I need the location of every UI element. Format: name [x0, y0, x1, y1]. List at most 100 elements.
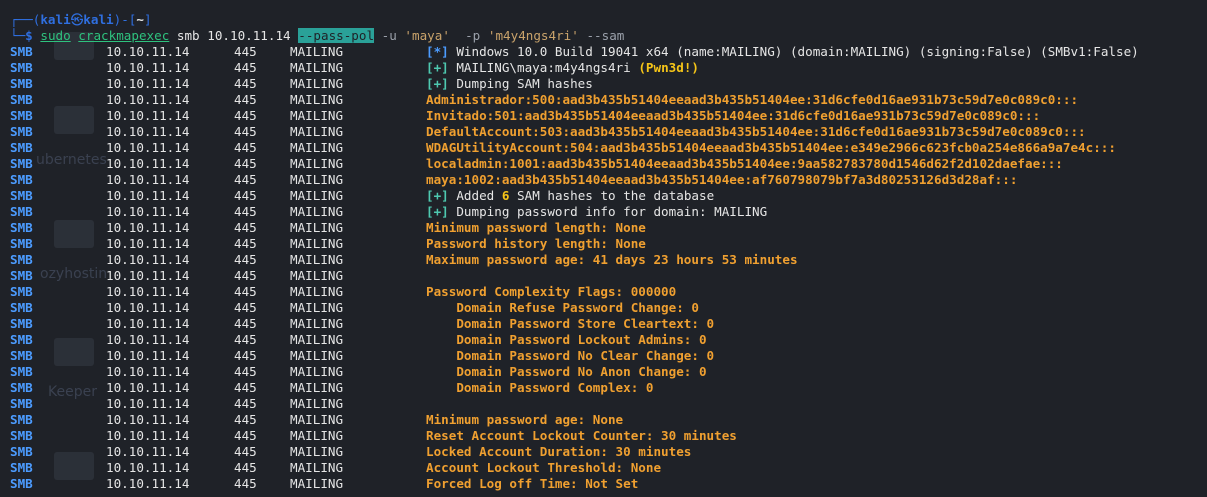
row-port: 445	[234, 380, 257, 395]
row-protocol: SMB	[10, 364, 33, 379]
command-proto: smb	[176, 28, 200, 43]
row-message: Maximum password age: 41 days 23 hours 5…	[426, 252, 798, 267]
row-ip: 10.10.11.14	[106, 460, 190, 475]
row-message: Administrador:500:aad3b435b51404eeaad3b4…	[426, 92, 1079, 107]
command-flag-p: -p	[465, 28, 481, 43]
row-message: maya:1002:aad3b435b51404eeaad3b435b51404…	[426, 172, 1018, 187]
status-badge: [*]	[426, 44, 449, 59]
row-ip: 10.10.11.14	[106, 364, 190, 379]
row-port: 445	[234, 460, 257, 475]
output-row: SMB 10.10.11.14 445 MAILING WDAGUtilityAccou…	[10, 140, 1207, 156]
row-ip: 10.10.11.14	[106, 220, 190, 235]
row-ip: 10.10.11.14	[106, 60, 190, 75]
status-badge: [+]	[426, 204, 449, 219]
output-rows: SMB 10.10.11.14 445 MAILING [*] Windows 10.0…	[10, 44, 1207, 492]
command-flag-sam: --sam	[586, 28, 625, 43]
row-ip: 10.10.11.14	[106, 332, 190, 347]
row-port: 445	[234, 44, 257, 59]
row-hostname: MAILING	[290, 444, 344, 459]
row-port: 445	[234, 476, 257, 491]
row-ip: 10.10.11.14	[106, 172, 190, 187]
row-port: 445	[234, 284, 257, 299]
command-user: 'maya'	[404, 28, 450, 43]
row-ip: 10.10.11.14	[106, 268, 190, 283]
row-port: 445	[234, 92, 257, 107]
output-row: SMB 10.10.11.14 445 MAILING Domain Password…	[10, 364, 1207, 380]
output-row: SMB 10.10.11.14 445 MAILING localadmin:1001:…	[10, 156, 1207, 172]
row-protocol: SMB	[10, 172, 33, 187]
prompt-at-symbol: ㉿	[70, 12, 84, 27]
output-row: SMB 10.10.11.14 445 MAILING Administrador:50…	[10, 92, 1207, 108]
output-row: SMB 10.10.11.14 445 MAILING Account Lockout …	[10, 460, 1207, 476]
row-message: Minimum password age: None	[426, 412, 624, 427]
row-protocol: SMB	[10, 44, 33, 59]
row-port: 445	[234, 156, 257, 171]
row-protocol: SMB	[10, 108, 33, 123]
row-protocol: SMB	[10, 188, 33, 203]
row-ip: 10.10.11.14	[106, 236, 190, 251]
row-port: 445	[234, 396, 257, 411]
row-port: 445	[234, 412, 257, 427]
output-row: SMB 10.10.11.14 445 MAILING Maximum password…	[10, 252, 1207, 268]
row-ip: 10.10.11.14	[106, 204, 190, 219]
row-protocol: SMB	[10, 156, 33, 171]
row-message: Invitado:501:aad3b435b51404eeaad3b435b51…	[426, 108, 1041, 123]
output-row: SMB 10.10.11.14 445 MAILING	[10, 268, 1207, 284]
command-flag-u: -u	[381, 28, 397, 43]
command-password: 'm4y4ngs4ri'	[487, 28, 579, 43]
row-ip: 10.10.11.14	[106, 476, 190, 491]
row-hostname: MAILING	[290, 364, 344, 379]
row-port: 445	[234, 332, 257, 347]
row-port: 445	[234, 444, 257, 459]
row-message: Locked Account Duration: 30 minutes	[426, 444, 692, 459]
prompt-corner-bottom: └─	[10, 28, 26, 43]
prompt-dollar: $	[25, 28, 33, 43]
output-row: SMB 10.10.11.14 445 MAILING DefaultAccount:5…	[10, 124, 1207, 140]
output-row: SMB 10.10.11.14 445 MAILING Minimum password…	[10, 412, 1207, 428]
output-row: SMB 10.10.11.14 445 MAILING Forced Log off T…	[10, 476, 1207, 492]
row-protocol: SMB	[10, 76, 33, 91]
row-hostname: MAILING	[290, 172, 344, 187]
row-protocol: SMB	[10, 316, 33, 331]
row-protocol: SMB	[10, 252, 33, 267]
row-ip: 10.10.11.14	[106, 140, 190, 155]
command-flag-pass-pol: --pass-pol	[298, 28, 375, 43]
output-row: SMB 10.10.11.14 445 MAILING maya:1002:aad3b4…	[10, 172, 1207, 188]
output-row: SMB 10.10.11.14 445 MAILING Domain Password…	[10, 348, 1207, 364]
output-row: SMB 10.10.11.14 445 MAILING Invitado:501:aad…	[10, 108, 1207, 124]
output-row: SMB 10.10.11.14 445 MAILING Password Complex…	[10, 284, 1207, 300]
row-message: Added	[456, 188, 495, 203]
row-message: Windows 10.0 Build 19041 x64 (name:MAILI…	[456, 44, 1139, 59]
row-message: Domain Password Complex: 0	[426, 380, 654, 395]
row-message: Account Lockout Threshold: None	[426, 460, 662, 475]
row-ip: 10.10.11.14	[106, 348, 190, 363]
row-hostname: MAILING	[290, 284, 344, 299]
row-ip: 10.10.11.14	[106, 412, 190, 427]
command-sudo: sudo	[40, 28, 71, 43]
row-hostname: MAILING	[290, 220, 344, 235]
row-message: Domain Password Lockout Admins: 0	[426, 332, 707, 347]
output-row: SMB 10.10.11.14 445 MAILING [+] Added 6 SAM …	[10, 188, 1207, 204]
output-row: SMB 10.10.11.14 445 MAILING Domain Password…	[10, 380, 1207, 396]
row-message-cont: SAM hashes to the database	[517, 188, 715, 203]
row-message: Domain Refuse Password Change: 0	[426, 300, 699, 315]
row-count: 6	[501, 188, 510, 203]
row-message: MAILING\maya:m4y4ngs4ri	[456, 60, 631, 75]
row-protocol: SMB	[10, 284, 33, 299]
row-port: 445	[234, 364, 257, 379]
output-row: SMB 10.10.11.14 445 MAILING Locked Account D…	[10, 444, 1207, 460]
row-protocol: SMB	[10, 332, 33, 347]
row-protocol: SMB	[10, 428, 33, 443]
output-row: SMB 10.10.11.14 445 MAILING [*] Windows 10.0…	[10, 44, 1207, 60]
row-protocol: SMB	[10, 396, 33, 411]
prompt-separator: )-[	[113, 12, 137, 27]
row-hostname: MAILING	[290, 300, 344, 315]
row-ip: 10.10.11.14	[106, 108, 190, 123]
row-port: 445	[234, 220, 257, 235]
command-line[interactable]: └─$ sudo crackmapexec smb 10.10.11.14 --…	[10, 28, 1207, 44]
row-hostname: MAILING	[290, 236, 344, 251]
row-protocol: SMB	[10, 476, 33, 491]
terminal-window[interactable]: ubernetes ozyhostin Keeper ┌──(kali㉿kali…	[0, 0, 1207, 497]
prompt-path: ~	[136, 12, 144, 27]
row-protocol: SMB	[10, 140, 33, 155]
